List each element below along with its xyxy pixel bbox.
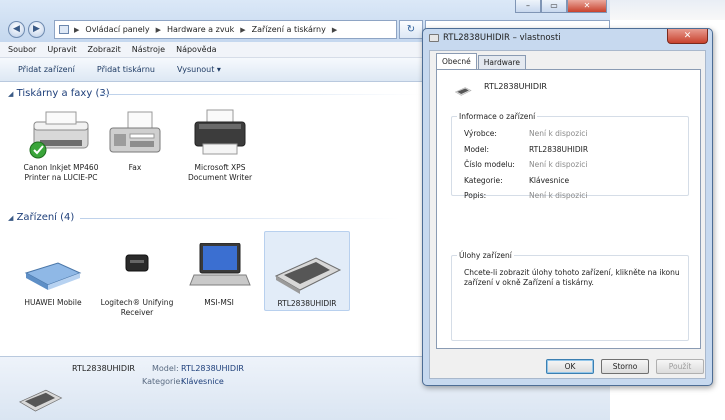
dialog-close-button[interactable]: ✕ <box>667 29 708 44</box>
info-label-model-number: Číslo modelu: <box>464 160 515 169</box>
device-label: Microsoft XPS Document Writer <box>187 163 253 182</box>
xps-printer-icon <box>185 108 255 160</box>
device-tile-msi[interactable]: MSI-MSI <box>176 242 262 308</box>
control-panel-icon <box>59 25 69 34</box>
menu-edit[interactable]: Upravit <box>47 45 76 54</box>
device-name-field[interactable]: RTL2838UHIDIR <box>484 82 547 91</box>
background-window-edge <box>610 0 725 20</box>
menu-tools[interactable]: Nástroje <box>132 45 165 54</box>
breadcrumb-item-hardware[interactable]: Hardware a zvuk <box>167 25 234 34</box>
tab-panel-general: RTL2838UHIDIR Informace o zařízení Výrob… <box>436 69 701 349</box>
menu-help[interactable]: Nápověda <box>176 45 217 54</box>
device-info-legend: Informace o zařízení <box>457 112 538 121</box>
keyboard-icon <box>451 84 475 97</box>
refresh-icon: ↻ <box>406 24 416 35</box>
details-device-name: RTL2838UHIDIR <box>72 364 135 373</box>
details-model-label: Model: <box>152 364 179 373</box>
breadcrumb-separator-icon: ▶ <box>155 25 162 34</box>
tab-hardware[interactable]: Hardware <box>477 55 526 69</box>
group-header-printers[interactable]: ◢ Tiskárny a faxy (3) <box>8 88 110 99</box>
details-model-value: RTL2838UHIDIR <box>181 364 244 373</box>
breadcrumb-separator-icon: ▶ <box>74 25 80 34</box>
breadcrumb-separator-icon: ▶ <box>331 25 338 34</box>
device-tasks-group: Úlohy zařízení Chcete-li zobrazit úlohy … <box>451 251 689 341</box>
group-divider <box>100 94 420 95</box>
breadcrumb-separator-icon: ▶ <box>240 25 246 34</box>
keyboard-icon <box>272 244 342 296</box>
info-value-manufacturer: Není k dispozici <box>529 129 588 138</box>
device-tile-xps[interactable]: Microsoft XPS Document Writer <box>177 108 263 183</box>
info-label-model: Model: <box>464 145 490 154</box>
apply-button[interactable]: Použít <box>656 359 704 374</box>
details-category-label: Kategorie: <box>142 377 184 386</box>
group-title-devices: Zařízení (4) <box>16 212 75 223</box>
device-label: HUAWEI Mobile <box>24 298 82 307</box>
device-tasks-legend: Úlohy zařízení <box>457 251 514 260</box>
info-value-model-number: Není k dispozici <box>529 160 588 169</box>
dialog-body: Obecné Hardware RTL2838UHIDIR Informace … <box>429 50 706 379</box>
keyboard-icon <box>16 381 64 415</box>
device-tile-logitech[interactable]: Logitech® Unifying Receiver <box>94 243 180 318</box>
dialog-tabs: Obecné Hardware <box>436 53 527 69</box>
ok-button[interactable]: OK <box>546 359 594 374</box>
printer-default-icon <box>26 108 96 160</box>
device-label: Fax <box>128 163 142 172</box>
maximize-button[interactable]: ▭ <box>541 0 567 13</box>
breadcrumb-item-devices[interactable]: Zařízení a tiskárny <box>252 25 326 34</box>
group-header-devices[interactable]: ◢ Zařízení (4) <box>8 212 74 223</box>
add-device-button[interactable]: Přidat zařízení <box>18 65 75 74</box>
info-value-category: Klávesnice <box>529 176 570 185</box>
info-value-model: RTL2838UHIDIR <box>529 145 589 154</box>
address-bar[interactable]: ▶ Ovládací panely ▶ Hardware a zvuk ▶ Za… <box>54 20 397 39</box>
info-label-manufacturer: Výrobce: <box>464 129 497 138</box>
device-label: RTL2838UHIDIR <box>277 299 337 308</box>
back-button[interactable]: ◀ <box>8 21 25 38</box>
fax-icon <box>100 108 170 160</box>
menu-view[interactable]: Zobrazit <box>88 45 121 54</box>
info-label-category: Kategorie: <box>464 176 503 185</box>
group-title-printers: Tiskárny a faxy (3) <box>16 88 110 99</box>
add-printer-button[interactable]: Přidat tiskárnu <box>97 65 155 74</box>
keyboard-icon <box>429 34 439 42</box>
tab-general[interactable]: Obecné <box>436 53 477 69</box>
device-label: MSI-MSI <box>204 298 234 307</box>
forward-button[interactable]: ▶ <box>28 21 45 38</box>
device-tile-huawei[interactable]: HUAWEI Mobile <box>10 243 96 308</box>
dialog-title: RTL2838UHIDIR – vlastnosti <box>443 33 561 43</box>
usb-receiver-icon <box>102 243 172 295</box>
group-divider <box>80 218 400 219</box>
properties-dialog: RTL2838UHIDIR – vlastnosti ✕ Obecné Hard… <box>422 28 713 386</box>
collapse-chevron-icon: ◢ <box>8 90 14 98</box>
modem-icon <box>18 243 88 295</box>
cancel-button[interactable]: Storno <box>601 359 649 374</box>
breadcrumb-item-control-panel[interactable]: Ovládací panely <box>85 25 149 34</box>
collapse-chevron-icon: ◢ <box>8 214 14 222</box>
laptop-icon <box>184 242 254 295</box>
device-label: Logitech® Unifying Receiver <box>100 298 174 317</box>
device-tile-fax[interactable]: Fax <box>92 108 178 173</box>
details-category-value: Klávesnice <box>181 377 224 386</box>
forward-arrow-icon: ▶ <box>33 24 40 34</box>
device-tile-rtl2838[interactable]: RTL2838UHIDIR <box>264 231 350 311</box>
info-label-description: Popis: <box>464 191 487 200</box>
device-info-group: Informace o zařízení Výrobce: Není k dis… <box>451 112 689 200</box>
device-tasks-text: Chcete-li zobrazit úlohy tohoto zařízení… <box>464 268 680 287</box>
back-arrow-icon: ◀ <box>13 24 20 34</box>
close-window-button[interactable]: ✕ <box>567 0 607 13</box>
minimize-button[interactable]: – <box>515 0 541 13</box>
eject-button[interactable]: Vysunout ▾ <box>177 65 221 74</box>
info-value-description: Není k dispozici <box>529 191 588 200</box>
menu-file[interactable]: Soubor <box>8 45 36 54</box>
refresh-button[interactable]: ↻ <box>399 20 423 39</box>
